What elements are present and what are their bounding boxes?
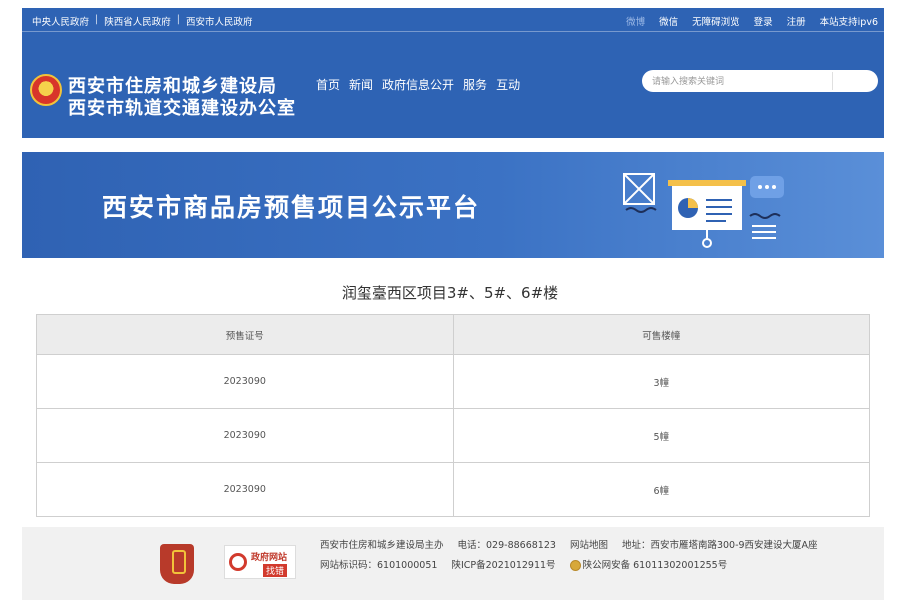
footer-host: 西安市住房和城乡建设局主办 bbox=[320, 540, 444, 551]
link-weibo[interactable]: 微博 bbox=[626, 14, 645, 28]
link-shaanxi-gov[interactable]: 陕西省人民政府 bbox=[104, 14, 171, 28]
building-cell[interactable]: 3幢 bbox=[452, 354, 870, 409]
police-badge-icon bbox=[569, 560, 581, 571]
top-bar: 中央人民政府 | 陕西省人民政府 | 西安市人民政府 微博 微信 无障碍浏览 登… bbox=[22, 8, 884, 32]
nav-gov-info[interactable]: 政府信息公开 bbox=[382, 76, 454, 93]
search-input[interactable] bbox=[652, 73, 822, 89]
footer-site-code: 网站标识码：6101000051 bbox=[320, 560, 438, 571]
site-header: 中央人民政府 | 陕西省人民政府 | 西安市人民政府 微博 微信 无障碍浏览 登… bbox=[22, 8, 884, 138]
top-links-right: 微博 微信 无障碍浏览 登录 注册 本站支持ipv6 bbox=[626, 14, 878, 28]
link-xian-gov[interactable]: 西安市人民政府 bbox=[186, 14, 253, 28]
project-title: 润玺臺西区项目3#、5#、6#楼 bbox=[341, 284, 559, 302]
footer-police-text: 陕公网安备 61011302001255号 bbox=[582, 560, 728, 571]
col-presale-permit: 预售证号 bbox=[36, 314, 454, 355]
table-row: 2023090 6幢 bbox=[36, 462, 870, 517]
presale-table: 预售证号 可售楼幢 2023090 3幢 2023090 5幢 2023090 … bbox=[36, 314, 870, 517]
footer-info-line-1: 西安市住房和城乡建设局主办 电话：029-88668123 网站地图 地址：西安… bbox=[320, 537, 818, 551]
gov-site-error-report-badge[interactable]: 政府网站 找错 bbox=[224, 545, 296, 579]
nav-service[interactable]: 服务 bbox=[463, 76, 487, 93]
badge-subtitle: 找错 bbox=[263, 564, 288, 577]
search-box bbox=[642, 70, 878, 92]
table-header-row: 预售证号 可售楼幢 bbox=[36, 314, 870, 355]
separator: | bbox=[176, 14, 180, 25]
table-row: 2023090 5幢 bbox=[36, 408, 870, 463]
presentation-illustration-icon bbox=[623, 173, 784, 248]
footer-info-line-2: 网站标识码：6101000051 陕ICP备2021012911号 陕公网安备 … bbox=[320, 557, 727, 571]
link-wechat[interactable]: 微信 bbox=[659, 14, 678, 28]
platform-banner: 西安市商品房预售项目公示平台 bbox=[22, 152, 884, 258]
link-login[interactable]: 登录 bbox=[754, 14, 773, 28]
national-emblem-icon[interactable] bbox=[30, 74, 62, 106]
nav-news[interactable]: 新闻 bbox=[349, 76, 373, 93]
page: 中央人民政府 | 陕西省人民政府 | 西安市人民政府 微博 微信 无障碍浏览 登… bbox=[0, 0, 900, 600]
building-cell[interactable]: 6幢 bbox=[452, 462, 870, 517]
table-row: 2023090 3幢 bbox=[36, 354, 870, 409]
building-cell[interactable]: 5幢 bbox=[452, 408, 870, 463]
nav-home[interactable]: 首页 bbox=[316, 76, 340, 93]
link-register[interactable]: 注册 bbox=[787, 14, 806, 28]
magnifier-icon bbox=[229, 553, 247, 571]
link-central-gov[interactable]: 中央人民政府 bbox=[32, 14, 89, 28]
separator: | bbox=[95, 14, 99, 25]
footer-phone: 电话：029-88668123 bbox=[457, 540, 556, 551]
top-links-left: 中央人民政府 | 陕西省人民政府 | 西安市人民政府 bbox=[32, 14, 252, 28]
footer-icp-link[interactable]: 陕ICP备2021012911号 bbox=[451, 557, 555, 571]
org-name-secondary[interactable]: 西安市轨道交通建设办公室 bbox=[68, 94, 296, 120]
nav-interaction[interactable]: 互动 bbox=[496, 76, 520, 93]
footer-address: 地址：西安市雁塔南路300-9西安建设大厦A座 bbox=[621, 540, 818, 551]
site-footer: 政府网站 找错 西安市住房和城乡建设局主办 电话：029-88668123 网站… bbox=[22, 527, 884, 600]
col-saleable-building: 可售楼幢 bbox=[452, 314, 870, 355]
footer-police-record[interactable]: 陕公网安备 61011302001255号 bbox=[569, 557, 728, 571]
party-gov-badge-icon[interactable] bbox=[160, 544, 194, 584]
search-divider bbox=[832, 72, 833, 90]
link-accessibility[interactable]: 无障碍浏览 bbox=[692, 14, 740, 28]
footer-sitemap-link[interactable]: 网站地图 bbox=[570, 537, 608, 551]
badge-title: 政府网站 bbox=[251, 553, 288, 563]
permit-number-cell: 2023090 bbox=[36, 462, 454, 517]
banner-title: 西安市商品房预售项目公示平台 bbox=[102, 193, 481, 222]
main-nav: 首页 新闻 政府信息公开 服务 互动 bbox=[316, 76, 520, 93]
permit-number-cell: 2023090 bbox=[36, 408, 454, 463]
ipv6-note: 本站支持ipv6 bbox=[819, 17, 878, 28]
permit-number-cell: 2023090 bbox=[36, 354, 454, 409]
